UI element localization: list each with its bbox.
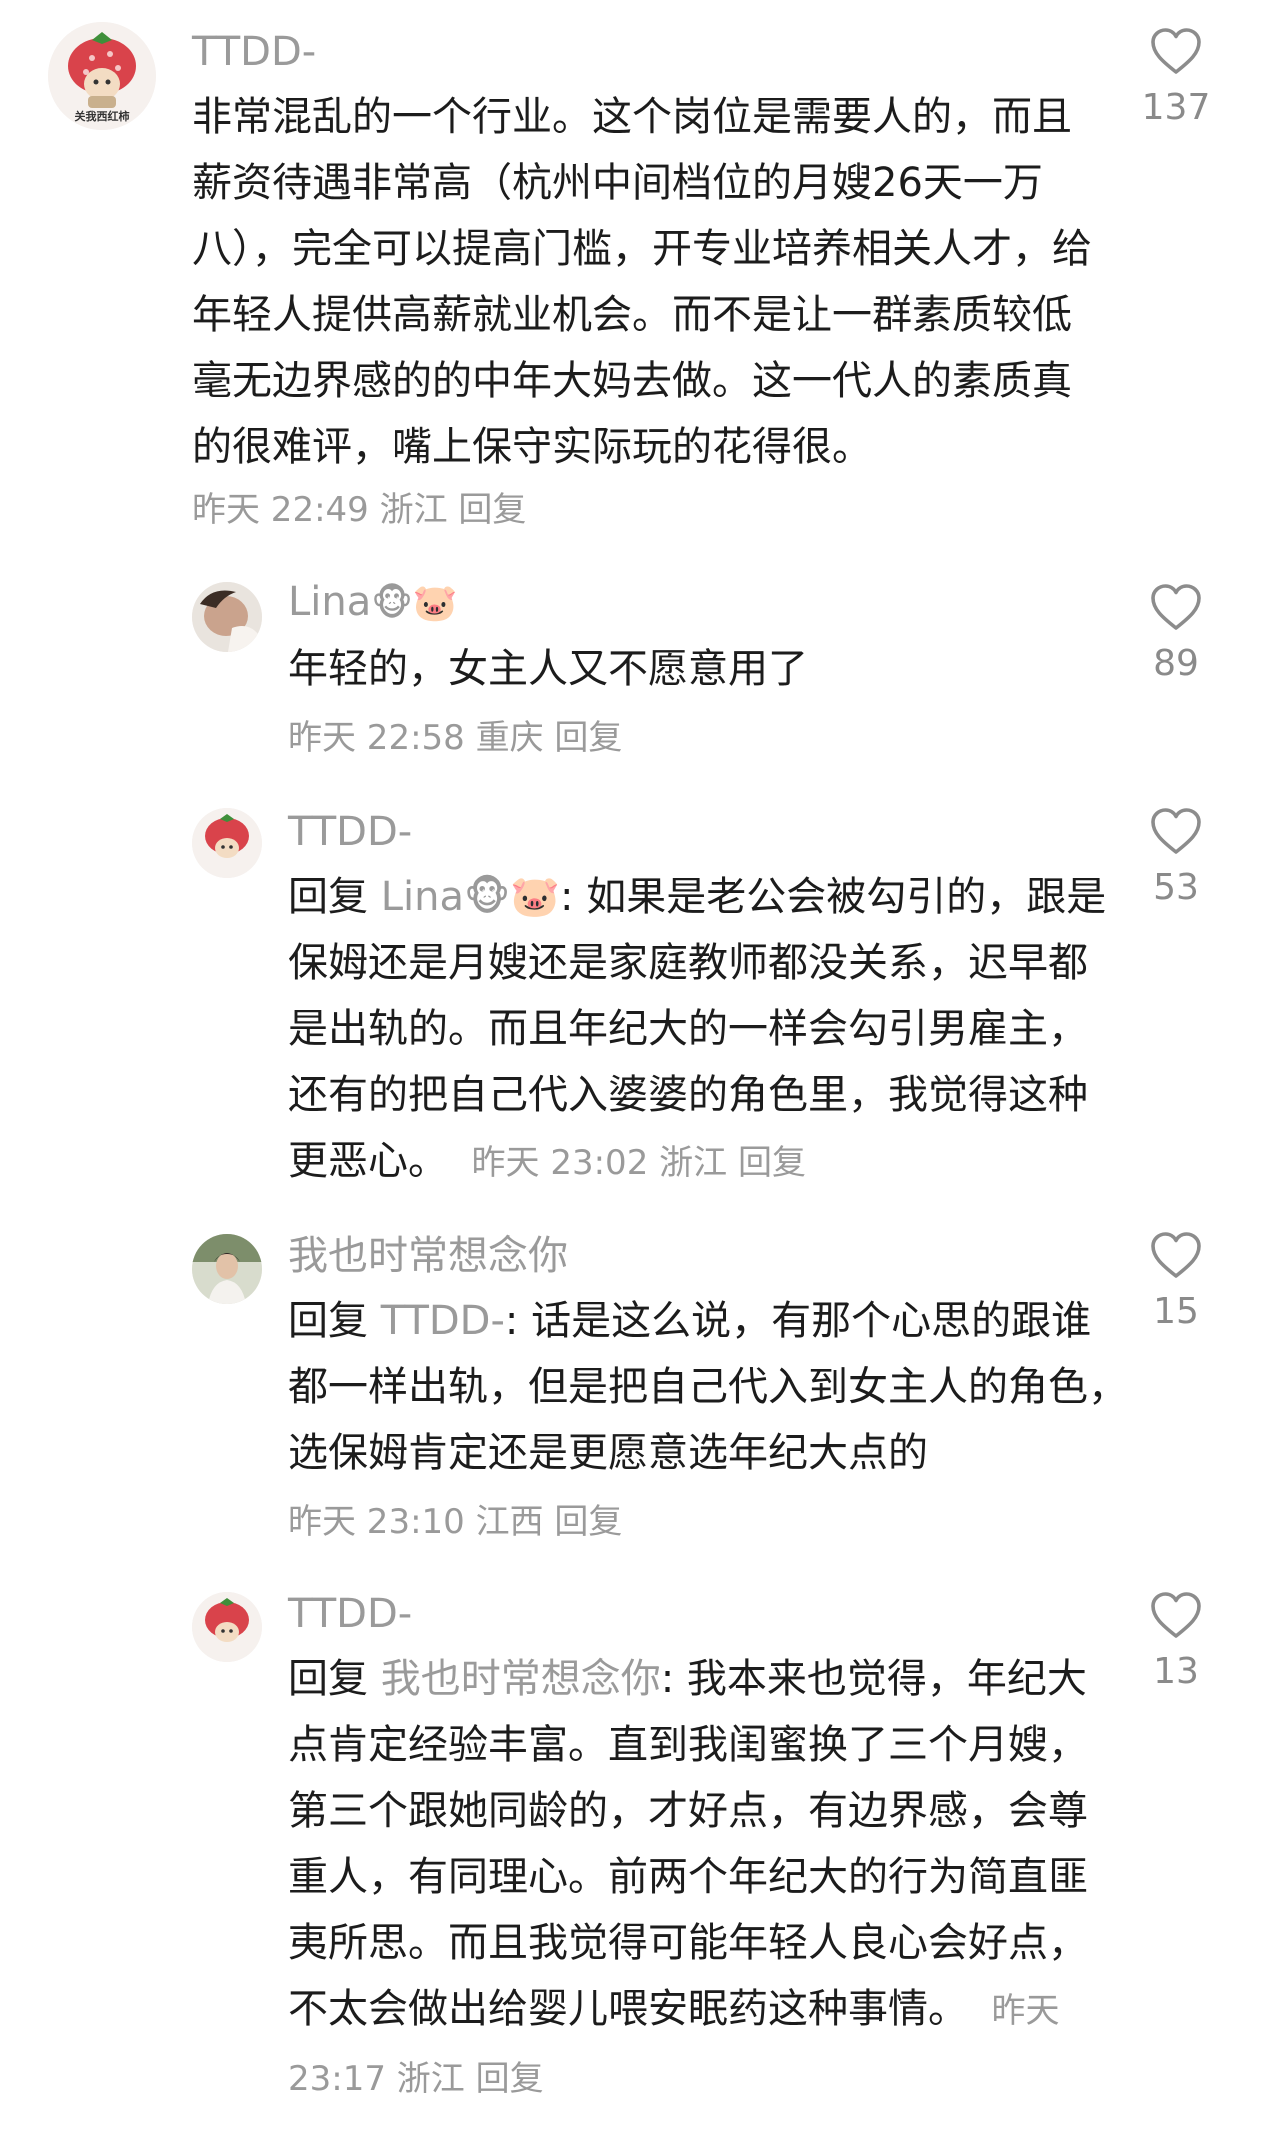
comment-text: 年轻的，女主人又不愿意用了 [288,636,1108,702]
comment-meta: 昨天 23:10 江西 回复 [288,1500,622,1544]
comment-username[interactable]: TTDD- [288,1590,412,1638]
comment-body: : 如果是老公会被勾引的，跟是保姆还是月嫂还是家庭教师都没关系，迟早都是出轨的。… [288,874,1107,1184]
reply-button[interactable]: 回复 [738,1143,806,1183]
reply-button[interactable]: 回复 [476,2059,544,2099]
like-count: 53 [1153,867,1199,908]
reply-prefix: 回复 [288,874,381,920]
comment-time: 昨天 22:49 [192,490,369,530]
comment-meta: 昨天 22:58 重庆 回复 [288,716,622,760]
comment-username[interactable]: TTDD- [288,808,412,856]
like-count: 137 [1141,87,1211,128]
avatar[interactable]: 关我西红柿 [48,22,156,130]
comment-time: 昨天 23:02 [471,1143,649,1183]
like-count: 89 [1153,643,1199,684]
baby-avatar-icon [192,582,262,652]
heart-icon [1151,1592,1201,1638]
comment-text: 回复 Lina🐵🐷: 如果是老公会被勾引的，跟是保姆还是月嫂还是家庭教师都没关系… [288,864,1108,1196]
like-button[interactable]: 15 [1126,1232,1226,1334]
comment-body: : 我本来也觉得，年纪大点肯定经验丰富。直到我闺蜜换了三个月嫂，第三个跟她同龄的… [288,1656,1088,2032]
username-emojis: 🐵🐷 [371,583,458,624]
like-count: 13 [1153,1651,1199,1692]
heart-icon [1151,1232,1201,1278]
avatar[interactable] [192,808,262,878]
comment-time: 昨天 22:58 [288,718,465,758]
reply-to-username[interactable]: Lina🐵🐷 [381,874,560,920]
like-count: 15 [1153,1291,1199,1332]
like-button[interactable]: 137 [1126,28,1226,130]
reply-button[interactable]: 回复 [554,1502,622,1542]
tomato-avatar-icon [192,1592,262,1662]
comment-body: 年轻的，女主人又不愿意用了 [288,646,808,692]
comment-body: 非常混乱的一个行业。这个岗位是需要人的，而且薪资待遇非常高（杭州中间档位的月嫂2… [192,94,1092,470]
comment-meta: 昨天 22:49 浙江 回复 [192,488,526,532]
comment-location: 浙江 [379,490,448,530]
heart-icon [1151,808,1201,854]
comment-text: 回复 我也时常想念你: 我本来也觉得，年纪大点肯定经验丰富。直到我闺蜜换了三个月… [288,1646,1108,2112]
avatar[interactable] [192,1592,262,1662]
comment-text: 非常混乱的一个行业。这个岗位是需要人的，而且薪资待遇非常高（杭州中间档位的月嫂2… [192,84,1102,480]
avatar[interactable] [192,582,262,652]
comment-location: 浙江 [659,1143,728,1183]
comment-location: 重庆 [475,718,544,758]
heart-icon [1151,28,1201,74]
comment-location: 江西 [475,1502,544,1542]
comment-time: 昨天 23:10 [288,1502,465,1542]
portrait-avatar-icon [192,1234,262,1304]
heart-icon [1151,584,1201,630]
username-text: Lina [288,579,372,625]
reply-to-username[interactable]: TTDD- [381,1298,505,1344]
avatar-caption: 关我西红柿 [74,110,130,123]
reply-prefix: 回复 [288,1298,381,1344]
comment-location: 浙江 [396,2059,465,2099]
reply-prefix: 回复 [288,1656,381,1702]
comment-text: 回复 TTDD-: 话是这么说，有那个心思的跟谁都一样出轨，但是把自己代入到女主… [288,1288,1128,1486]
like-button[interactable]: 53 [1126,808,1226,910]
reply-button[interactable]: 回复 [458,490,526,530]
avatar[interactable] [192,1234,262,1304]
tomato-avatar-icon [192,808,262,878]
comment-meta: 昨天 23:02 浙江 回复 [461,1143,806,1183]
like-button[interactable]: 89 [1126,584,1226,686]
comment-username[interactable]: 我也时常想念你 [288,1232,568,1280]
comment-username[interactable]: TTDD- [192,28,316,76]
reply-to-username[interactable]: 我也时常想念你 [381,1656,661,1702]
like-button[interactable]: 13 [1126,1592,1226,1694]
comment-username[interactable]: Lina🐵🐷 [288,578,458,628]
reply-button[interactable]: 回复 [554,718,622,758]
